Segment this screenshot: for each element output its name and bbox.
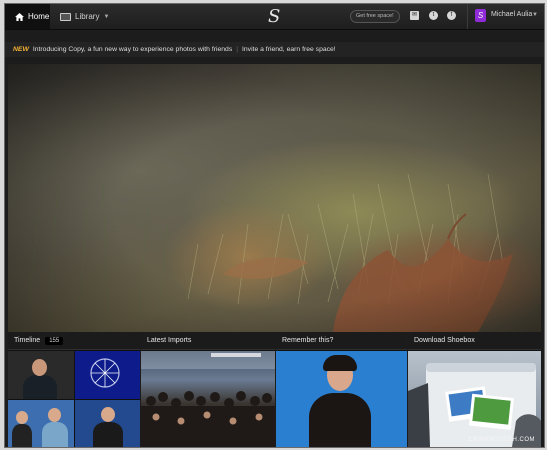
tile-title: Download Shoebox [414, 337, 475, 344]
vignette [8, 64, 541, 332]
facebook-icon[interactable]: f [447, 11, 456, 20]
user-menu-chevron-icon[interactable]: ▼ [532, 12, 538, 18]
photo-thumbnail[interactable] [8, 400, 74, 447]
dashboard-tiles: Timeline 155 Latest Imports Remember thi… [8, 332, 541, 447]
hero-photo[interactable] [8, 64, 541, 332]
tile-header: Latest Imports [141, 332, 275, 350]
photo-thumbnail[interactable] [75, 351, 140, 399]
tile-timeline[interactable]: Timeline 155 [8, 332, 140, 447]
tile-header: Download Shoebox [408, 332, 541, 350]
new-badge: NEW [13, 46, 29, 53]
tile-header: Remember this? [276, 332, 407, 350]
tile-title: Remember this? [282, 337, 334, 344]
tile-latest-imports[interactable]: Latest Imports [141, 332, 275, 447]
latest-imports-photo [141, 351, 275, 447]
divider [467, 4, 468, 29]
nav-library-label: Library [75, 12, 100, 21]
avatar[interactable]: S [475, 9, 486, 22]
top-nav-bar: Home Library ▼ S Get free space! ✉ t f S… [5, 4, 544, 30]
announcement-divider: | [236, 46, 238, 53]
timeline-count-badge: 155 [45, 336, 64, 345]
get-free-space-button[interactable]: Get free space! [350, 10, 400, 23]
invite-link[interactable]: Invite a friend, earn free space! [242, 46, 336, 53]
photos-icon [60, 12, 71, 21]
download-shoebox-promo: CRAVINGTECH.COM [408, 351, 541, 447]
watermark-text: CRAVINGTECH.COM [468, 437, 535, 443]
tile-title: Latest Imports [147, 337, 192, 344]
tile-title: Timeline [14, 337, 41, 344]
chevron-down-icon: ▼ [103, 13, 110, 20]
photo-thumbnail[interactable] [75, 400, 140, 447]
announcement-bar: NEW Introducing Copy, a fun new way to e… [5, 42, 544, 57]
photo-thumbnail[interactable] [8, 351, 74, 399]
nav-library[interactable]: Library ▼ [60, 4, 109, 29]
tile-download-shoebox[interactable]: Download Shoebox CRAVINGTECH.COM [408, 332, 541, 447]
timeline-photo-grid [8, 351, 140, 447]
remember-this-photo [276, 351, 407, 447]
nav-home-label: Home [28, 12, 50, 21]
user-name[interactable]: Michael Aulia [491, 11, 532, 18]
home-icon [15, 12, 24, 21]
announcement-text[interactable]: Introducing Copy, a fun new way to exper… [33, 46, 232, 53]
nav-home[interactable]: Home [5, 4, 50, 29]
twitter-icon[interactable]: t [429, 11, 438, 20]
tile-remember-this[interactable]: Remember this? [276, 332, 407, 447]
tile-header: Timeline 155 [8, 332, 140, 350]
app-window: Home Library ▼ S Get free space! ✉ t f S… [4, 3, 545, 448]
shoebox-logo[interactable]: S [268, 6, 280, 27]
messages-icon[interactable]: ✉ [410, 11, 419, 20]
